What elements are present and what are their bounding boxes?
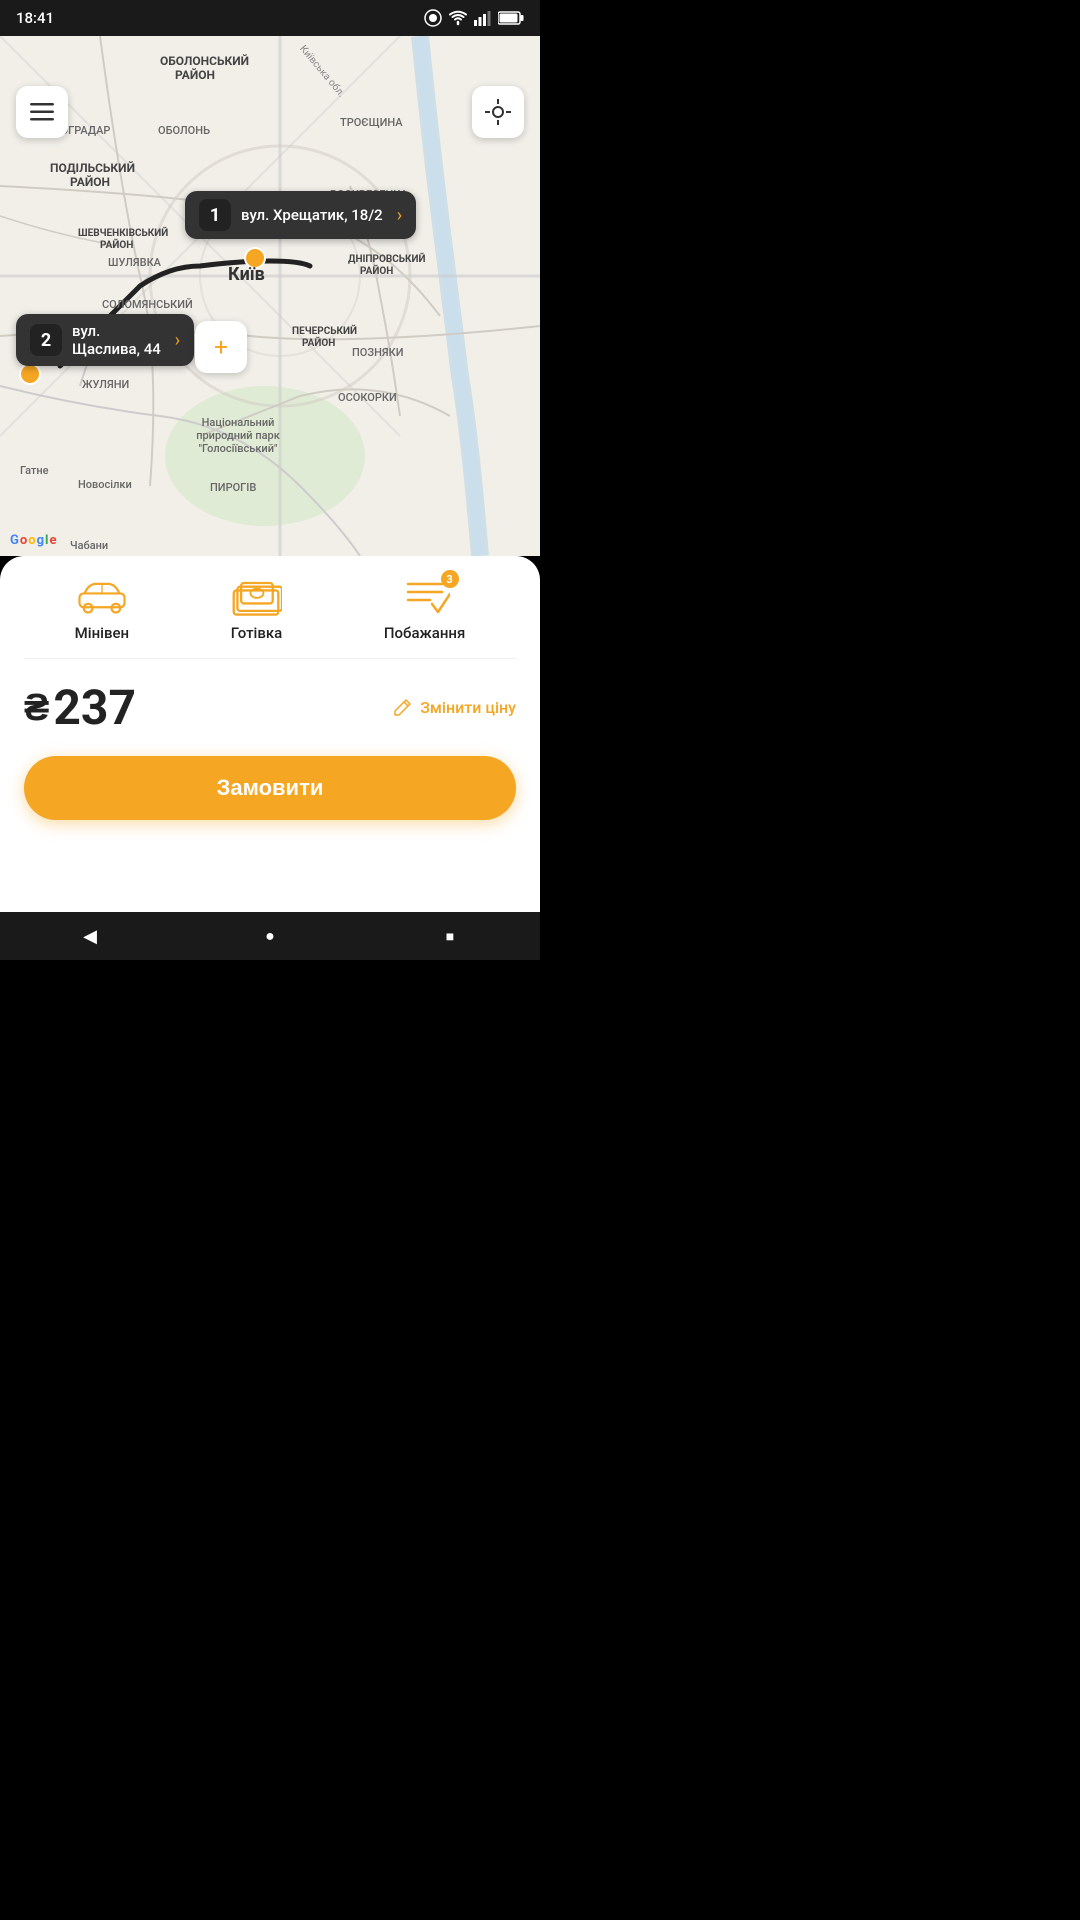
- hamburger-icon: [30, 103, 54, 121]
- cash-svg: [230, 576, 282, 616]
- waypoint1-arrow: ›: [397, 205, 402, 226]
- nav-recents-button[interactable]: ■: [430, 916, 470, 956]
- price-amount: 237: [53, 679, 136, 736]
- change-price-button[interactable]: Змінити ціну: [392, 698, 516, 718]
- status-icons: [424, 9, 524, 27]
- vehicle-label: Мінівен: [75, 624, 129, 642]
- payment-icon: [230, 576, 282, 616]
- payment-option[interactable]: Готівка: [230, 576, 282, 642]
- app-icon: [424, 9, 442, 27]
- vehicle-icon: [76, 576, 128, 616]
- order-button[interactable]: Замовити: [24, 756, 516, 820]
- payment-label: Готівка: [231, 624, 283, 642]
- waypoint1-address: вул. Хрещатик, 18/2: [241, 206, 383, 224]
- signal-icon: [474, 10, 492, 26]
- battery-icon: [498, 11, 524, 25]
- status-time: 18:41: [16, 9, 54, 27]
- price-display: ₴ 237: [24, 679, 136, 736]
- map-svg: [0, 36, 540, 556]
- change-price-label: Змінити ціну: [420, 698, 516, 717]
- preferences-label: Побажання: [384, 624, 465, 642]
- waypoint2-address: вул.Щаслива, 44: [72, 322, 161, 358]
- nav-home-button[interactable]: ●: [250, 916, 290, 956]
- nav-home-icon: ●: [265, 926, 275, 946]
- bottom-panel: Мінівен Готівка: [0, 556, 540, 960]
- add-stop-button[interactable]: +: [195, 321, 247, 373]
- minivan-svg: [76, 577, 128, 615]
- price-currency: ₴: [24, 686, 49, 730]
- price-row: ₴ 237 Змінити ціну: [24, 679, 516, 736]
- nav-back-button[interactable]: ◀: [70, 916, 110, 956]
- map-area[interactable]: ОБОЛОНСЬКИЙ РАЙОН ВИНОГРАДАР ОБОЛОНЬ ТРО…: [0, 36, 540, 556]
- preferences-badge: 3: [441, 570, 459, 588]
- waypoint1-tooltip[interactable]: 1 вул. Хрещатик, 18/2 ›: [185, 191, 416, 239]
- order-button-label: Замовити: [217, 775, 324, 801]
- menu-button[interactable]: [16, 86, 68, 138]
- add-stop-icon: +: [214, 333, 228, 361]
- google-logo: Google: [10, 533, 56, 548]
- nav-recents-icon: ■: [446, 928, 454, 945]
- edit-icon: [392, 698, 412, 718]
- wifi-icon: [448, 10, 468, 26]
- preferences-icon: 3: [399, 576, 451, 616]
- waypoint2-tooltip[interactable]: 2 вул.Щаслива, 44 ›: [16, 314, 194, 366]
- status-bar: 18:41: [0, 0, 540, 36]
- android-nav-bar: ◀ ● ■: [0, 912, 540, 960]
- vehicle-option[interactable]: Мінівен: [75, 576, 129, 642]
- location-icon: [485, 99, 511, 125]
- waypoint2-arrow: ›: [175, 330, 180, 351]
- map-background: ОБОЛОНСЬКИЙ РАЙОН ВИНОГРАДАР ОБОЛОНЬ ТРО…: [0, 36, 540, 556]
- waypoint1-number: 1: [199, 199, 231, 231]
- location-button[interactable]: [472, 86, 524, 138]
- service-options: Мінівен Готівка: [24, 576, 516, 659]
- nav-back-icon: ◀: [83, 926, 97, 947]
- preferences-option[interactable]: 3 Побажання: [384, 576, 465, 642]
- waypoint2-number: 2: [30, 324, 62, 356]
